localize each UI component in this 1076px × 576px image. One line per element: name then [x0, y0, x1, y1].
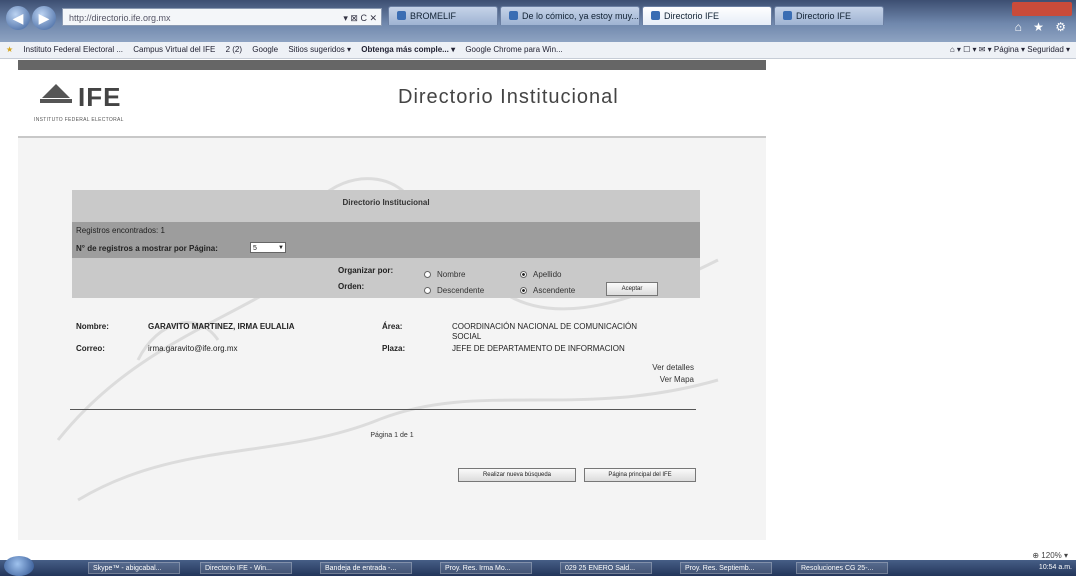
- tab-label: Directorio IFE: [796, 11, 852, 21]
- page-title: Directorio Institucional: [398, 86, 619, 108]
- radio-nombre[interactable]: Nombre: [424, 270, 465, 279]
- per-page-select[interactable]: 5 ▼: [250, 242, 286, 253]
- page-content: IFE INSTITUTO FEDERAL ELECTORAL Director…: [18, 60, 766, 540]
- ver-mapa-link[interactable]: Ver Mapa: [594, 375, 694, 384]
- radio-ascendente-label: Ascendente: [533, 286, 576, 295]
- fav-item[interactable]: Instituto Federal Electoral ...: [23, 45, 123, 54]
- tab-label: De lo cómico, ya estoy muy...: [522, 11, 639, 21]
- radio-descendente[interactable]: Descendente: [424, 286, 484, 295]
- browser-titlebar: ◀ ▶ http://directorio.ife.org.mx ▾ ⊠ C ✕…: [0, 0, 1076, 42]
- address-bar[interactable]: http://directorio.ife.org.mx ▾ ⊠ C ✕: [62, 8, 382, 26]
- chevron-down-icon: ▼: [278, 245, 284, 251]
- radio-icon: [424, 271, 431, 278]
- radio-ascendente[interactable]: Ascendente: [520, 286, 575, 295]
- area-label: Área:: [382, 322, 403, 331]
- panel-title: Directorio Institucional: [342, 198, 430, 207]
- start-button-windows-icon[interactable]: [4, 556, 34, 576]
- taskbar-item-directorio[interactable]: Directorio IFE - Win...: [200, 562, 292, 574]
- fav-item[interactable]: Campus Virtual del IFE: [133, 45, 215, 54]
- search-panel: Directorio Institucional Registros encon…: [72, 190, 700, 298]
- ife-logo[interactable]: IFE INSTITUTO FEDERAL ELECTORAL: [32, 80, 172, 130]
- taskbar-item-proy-irma[interactable]: Proy. Res. Irma Mo...: [440, 562, 532, 574]
- correo-value[interactable]: irma.garavito@ife.org.mx: [148, 344, 237, 353]
- header-strip: [18, 60, 766, 70]
- tab-label: BROMELIF: [410, 11, 457, 21]
- ie-icon: [783, 11, 792, 20]
- taskbar-item-enero[interactable]: 029 25 ENERO Sald...: [560, 562, 652, 574]
- site-header: IFE INSTITUTO FEDERAL ELECTORAL Director…: [18, 60, 766, 138]
- tab-comico[interactable]: De lo cómico, ya estoy muy...: [500, 6, 640, 25]
- logo-bar: [40, 99, 72, 103]
- tab-bromelif[interactable]: BROMELIF: [388, 6, 498, 25]
- taskbar-item-bandeja[interactable]: Bandeja de entrada -...: [320, 562, 412, 574]
- taskbar-item-skype[interactable]: Skype™ - abigcabal...: [88, 562, 180, 574]
- tab-strip: BROMELIF De lo cómico, ya estoy muy... D…: [388, 6, 886, 26]
- nombre-value: GARAVITO MARTINEZ, IRMA EULALIA: [148, 322, 295, 331]
- radio-apellido-label: Apellido: [533, 270, 562, 279]
- per-page-value: 5: [253, 245, 257, 252]
- organize-label: Organizar por:: [338, 266, 394, 275]
- radio-apellido[interactable]: Apellido: [520, 270, 561, 279]
- fav-item[interactable]: Sitios sugeridos ▾: [288, 45, 351, 54]
- order-label: Orden:: [338, 282, 365, 291]
- zoom-level[interactable]: ⊕ 120% ▾: [1032, 551, 1068, 560]
- taskbar-item-resoluciones[interactable]: Resoluciones CG 25-...: [796, 562, 888, 574]
- tab-directorio-ife[interactable]: Directorio IFE: [774, 6, 884, 25]
- favorites-bar: ★ Instituto Federal Electoral ... Campus…: [0, 42, 1076, 59]
- fav-item[interactable]: Google: [252, 45, 278, 54]
- plaza-value: JEFE DE DEPARTAMENTO DE INFORMACION: [452, 344, 625, 353]
- radio-descendente-label: Descendente: [437, 286, 485, 295]
- new-search-button[interactable]: Realizar nueva búsqueda: [458, 468, 576, 482]
- radio-checked-icon: [520, 271, 527, 278]
- divider: [70, 409, 696, 410]
- logo-text: IFE: [78, 82, 122, 112]
- command-bar-tools[interactable]: ⌂ ▾ ☐ ▾ ✉ ▾ Página ▾ Seguridad ▾: [950, 42, 1070, 58]
- correo-label: Correo:: [76, 344, 105, 353]
- forward-arrow-icon[interactable]: ▶: [32, 6, 56, 30]
- ife-home-button[interactable]: Página principal del IFE: [584, 468, 696, 482]
- radio-checked-icon: [520, 287, 527, 294]
- favorites-star-icon[interactable]: ★: [6, 45, 13, 54]
- ie-icon: [651, 11, 660, 20]
- per-page-label: N° de registros a mostrar por Página:: [76, 244, 218, 253]
- radio-nombre-label: Nombre: [437, 270, 466, 279]
- logo-triangle-icon: [42, 84, 70, 98]
- pagination-text: Página 1 de 1: [370, 432, 414, 439]
- address-text: http://directorio.ife.org.mx: [69, 13, 171, 23]
- taskbar-clock[interactable]: 10:54 a.m.: [1039, 562, 1072, 574]
- page-icon: [397, 11, 406, 20]
- window-controls[interactable]: [1012, 2, 1072, 16]
- records-found: Registros encontrados: 1: [76, 226, 165, 235]
- area-value: COORDINACIÓN NACIONAL DE COMUNICACIÓN: [452, 322, 638, 331]
- taskbar-item-proy-septiembre[interactable]: Proy. Res. Septiemb...: [680, 562, 772, 574]
- nombre-label: Nombre:: [76, 322, 109, 331]
- home-favorites-tools-icons[interactable]: ⌂ ★ ⚙: [1015, 20, 1070, 34]
- accept-button[interactable]: Aceptar: [606, 282, 658, 296]
- address-controls[interactable]: ▾ ⊠ C ✕: [343, 9, 377, 27]
- taskbar: Skype™ - abigcabal... Directorio IFE - W…: [0, 556, 1076, 576]
- tab-label: Directorio IFE: [664, 11, 720, 21]
- area-value-cont: SOCIAL: [452, 332, 482, 341]
- back-arrow-icon[interactable]: ◀: [6, 6, 30, 30]
- radio-icon: [424, 287, 431, 294]
- plaza-label: Plaza:: [382, 344, 406, 353]
- tab-directorio-ife-active[interactable]: Directorio IFE: [642, 6, 772, 25]
- page-icon: [509, 11, 518, 20]
- fav-item[interactable]: Google Chrome para Win...: [465, 45, 562, 54]
- fav-item[interactable]: 2 (2): [226, 45, 242, 54]
- logo-subtitle: INSTITUTO FEDERAL ELECTORAL: [34, 117, 124, 123]
- ver-detalles-link[interactable]: Ver detalles: [594, 363, 694, 372]
- fav-item[interactable]: Obtenga más comple... ▾: [361, 45, 455, 54]
